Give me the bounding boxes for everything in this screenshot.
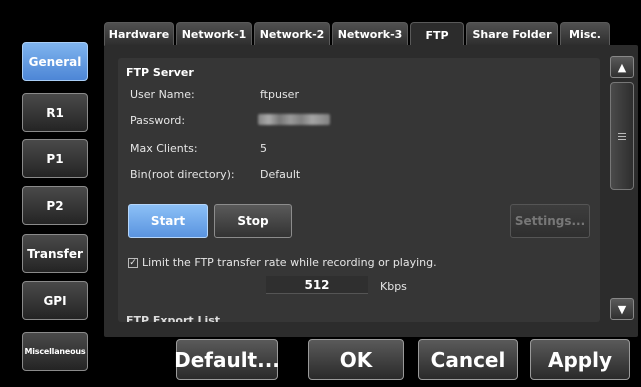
ftp-export-list-title: FTP Export List <box>126 314 221 322</box>
checkbox-check-icon[interactable]: ✓ <box>128 257 138 268</box>
ftp-server-group: FTP Server User Name: ftpuser Password: … <box>118 58 600 322</box>
bin-label: Bin(root directory): <box>130 168 235 181</box>
nav-miscellaneous-button[interactable]: Miscellaneous <box>22 332 88 371</box>
tab-share-folder[interactable]: Share Folder <box>466 22 558 46</box>
transfer-rate-unit: Kbps <box>380 280 407 293</box>
default-button[interactable]: Default... <box>174 339 280 380</box>
triangle-up-icon: ▲ <box>617 60 627 74</box>
transfer-rate-input[interactable]: 512 <box>266 276 368 294</box>
nav-general-button[interactable]: General <box>22 42 88 81</box>
scroll-down-button[interactable]: ▼ <box>610 298 634 320</box>
nav-p1-button[interactable]: P1 <box>22 139 88 178</box>
scroll-up-button[interactable]: ▲ <box>610 56 634 78</box>
limit-rate-checkbox[interactable]: ✓ Limit the FTP transfer rate while reco… <box>128 256 437 269</box>
nav-r1-button[interactable]: R1 <box>22 93 88 132</box>
triangle-down-icon: ▼ <box>617 302 627 316</box>
apply-button[interactable]: Apply <box>530 339 630 380</box>
nav-gpi-button[interactable]: GPI <box>22 281 88 320</box>
max-clients-value: 5 <box>260 142 267 155</box>
tab-network-2[interactable]: Network-2 <box>254 22 330 46</box>
max-clients-label: Max Clients: <box>130 142 198 155</box>
tab-misc[interactable]: Misc. <box>560 22 610 46</box>
tab-ftp[interactable]: FTP <box>410 22 464 47</box>
section-title: FTP Server <box>126 66 194 79</box>
limit-rate-label: Limit the FTP transfer rate while record… <box>142 256 437 269</box>
settings-button[interactable]: Settings... <box>510 204 590 238</box>
user-name-value: ftpuser <box>260 88 299 101</box>
user-name-label: User Name: <box>130 88 195 101</box>
password-label: Password: <box>130 114 186 127</box>
bin-value: Default <box>260 168 301 181</box>
scrollbar-thumb[interactable] <box>610 82 634 190</box>
ok-button[interactable]: OK <box>308 339 404 380</box>
tab-network-1[interactable]: Network-1 <box>176 22 252 46</box>
grip-icon <box>618 132 626 140</box>
nav-p2-button[interactable]: P2 <box>22 186 88 225</box>
stop-button[interactable]: Stop <box>214 204 292 238</box>
start-button[interactable]: Start <box>128 204 208 238</box>
nav-transfer-button[interactable]: Transfer <box>22 234 88 273</box>
tab-network-3[interactable]: Network-3 <box>332 22 408 46</box>
cancel-button[interactable]: Cancel <box>418 339 518 380</box>
tab-hardware[interactable]: Hardware <box>104 22 174 46</box>
password-masked-value <box>258 114 330 125</box>
